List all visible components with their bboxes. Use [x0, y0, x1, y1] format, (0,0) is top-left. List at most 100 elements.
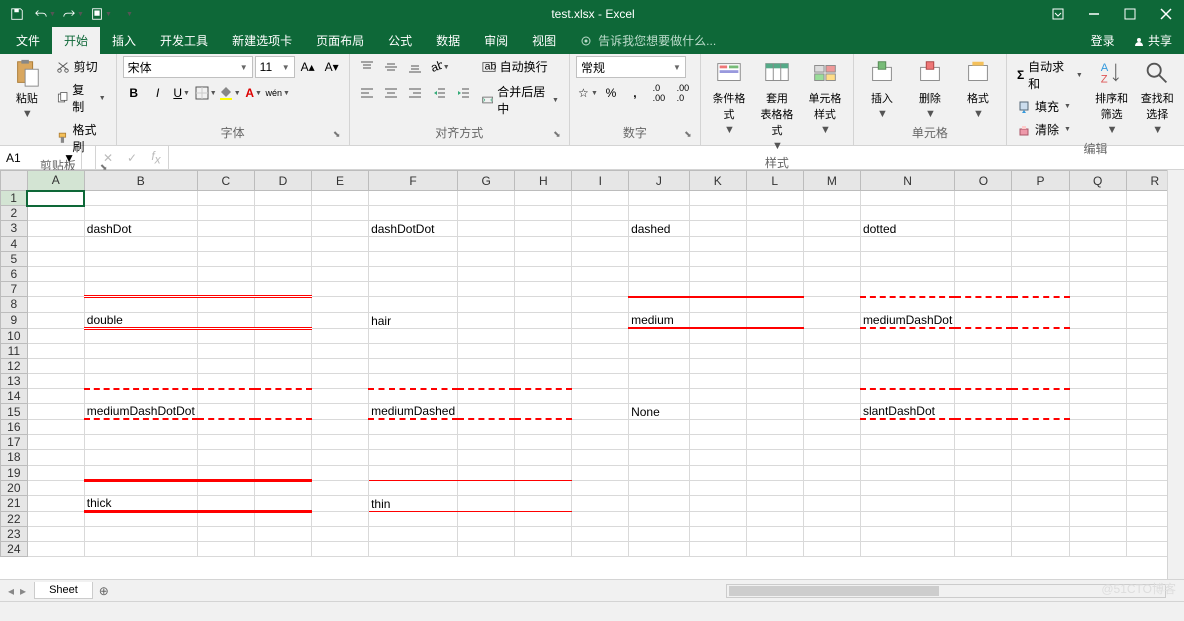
- cell-C12[interactable]: [197, 358, 254, 373]
- cell-B21[interactable]: thick: [84, 495, 197, 511]
- row-header-21[interactable]: 21: [1, 495, 28, 511]
- cell-P19[interactable]: [1012, 465, 1069, 480]
- cell-F11[interactable]: [369, 343, 458, 358]
- col-header-M[interactable]: M: [803, 171, 860, 191]
- cell-K7[interactable]: [689, 282, 746, 297]
- cell-P6[interactable]: [1012, 266, 1069, 281]
- select-all-corner[interactable]: [1, 171, 28, 191]
- redo-button[interactable]: ▼: [60, 2, 86, 26]
- cell-K13[interactable]: [689, 374, 746, 389]
- cell-F6[interactable]: [369, 266, 458, 281]
- row-header-3[interactable]: 3: [1, 221, 28, 236]
- row-header-5[interactable]: 5: [1, 251, 28, 266]
- cell-Q20[interactable]: [1069, 480, 1126, 495]
- cell-A24[interactable]: [27, 542, 84, 557]
- cell-H9[interactable]: [515, 312, 572, 328]
- cell-I21[interactable]: [572, 495, 629, 511]
- cell-F24[interactable]: [369, 542, 458, 557]
- cell-E13[interactable]: [312, 374, 369, 389]
- cell-O7[interactable]: [955, 282, 1012, 297]
- col-header-A[interactable]: A: [27, 171, 84, 191]
- cell-P11[interactable]: [1012, 343, 1069, 358]
- cell-B10[interactable]: [84, 328, 197, 343]
- cell-I17[interactable]: [572, 435, 629, 450]
- cell-I9[interactable]: [572, 312, 629, 328]
- cell-G4[interactable]: [458, 236, 515, 251]
- cell-Q18[interactable]: [1069, 450, 1126, 465]
- cell-N1[interactable]: [860, 191, 954, 206]
- cell-Q12[interactable]: [1069, 358, 1126, 373]
- cell-K15[interactable]: [689, 404, 746, 420]
- cell-H24[interactable]: [515, 542, 572, 557]
- row-header-18[interactable]: 18: [1, 450, 28, 465]
- cell-M9[interactable]: [803, 312, 860, 328]
- cell-L23[interactable]: [746, 527, 803, 542]
- cell-H1[interactable]: [515, 191, 572, 206]
- cell-D16[interactable]: [254, 419, 311, 434]
- cell-F1[interactable]: [369, 191, 458, 206]
- cell-H2[interactable]: [515, 206, 572, 221]
- row-header-16[interactable]: 16: [1, 419, 28, 434]
- cell-B8[interactable]: [84, 297, 197, 312]
- cell-K18[interactable]: [689, 450, 746, 465]
- cell-G15[interactable]: [458, 404, 515, 420]
- cell-H3[interactable]: [515, 221, 572, 236]
- cell-I20[interactable]: [572, 480, 629, 495]
- cell-K14[interactable]: [689, 389, 746, 404]
- cell-P12[interactable]: [1012, 358, 1069, 373]
- col-header-P[interactable]: P: [1012, 171, 1069, 191]
- row-header-8[interactable]: 8: [1, 297, 28, 312]
- col-header-K[interactable]: K: [689, 171, 746, 191]
- cell-I24[interactable]: [572, 542, 629, 557]
- cell-N12[interactable]: [860, 358, 954, 373]
- row-header-17[interactable]: 17: [1, 435, 28, 450]
- cell-O19[interactable]: [955, 465, 1012, 480]
- cell-H16[interactable]: [515, 419, 572, 434]
- cell-F17[interactable]: [369, 435, 458, 450]
- cell-C10[interactable]: [197, 328, 254, 343]
- cell-C20[interactable]: [197, 480, 254, 495]
- phonetic-button[interactable]: wén▼: [267, 82, 289, 104]
- cell-K5[interactable]: [689, 251, 746, 266]
- cell-C5[interactable]: [197, 251, 254, 266]
- cell-G11[interactable]: [458, 343, 515, 358]
- horizontal-scrollbar[interactable]: [726, 584, 1166, 598]
- cell-P18[interactable]: [1012, 450, 1069, 465]
- cell-M17[interactable]: [803, 435, 860, 450]
- tab-新建选项卡[interactable]: 新建选项卡: [220, 27, 304, 54]
- cell-C22[interactable]: [197, 511, 254, 526]
- cell-K10[interactable]: [689, 328, 746, 343]
- row-header-2[interactable]: 2: [1, 206, 28, 221]
- qat-customize[interactable]: ▼: [116, 2, 142, 26]
- cell-N4[interactable]: [860, 236, 954, 251]
- cell-A10[interactable]: [27, 328, 84, 343]
- cell-L8[interactable]: [746, 297, 803, 312]
- col-header-O[interactable]: O: [955, 171, 1012, 191]
- cell-K20[interactable]: [689, 480, 746, 495]
- cell-K11[interactable]: [689, 343, 746, 358]
- cell-L24[interactable]: [746, 542, 803, 557]
- cell-O12[interactable]: [955, 358, 1012, 373]
- row-header-4[interactable]: 4: [1, 236, 28, 251]
- cell-M15[interactable]: [803, 404, 860, 420]
- cell-G22[interactable]: [458, 511, 515, 526]
- cell-O8[interactable]: [955, 297, 1012, 312]
- cell-O9[interactable]: [955, 312, 1012, 328]
- cell-F4[interactable]: [369, 236, 458, 251]
- cell-H7[interactable]: [515, 282, 572, 297]
- find-select-button[interactable]: 查找和选择▼: [1136, 56, 1178, 138]
- cell-N10[interactable]: [860, 328, 954, 343]
- cell-A15[interactable]: [27, 404, 84, 420]
- borders-button[interactable]: ▼: [195, 82, 217, 104]
- cell-I4[interactable]: [572, 236, 629, 251]
- cell-O18[interactable]: [955, 450, 1012, 465]
- cell-J5[interactable]: [629, 251, 690, 266]
- cell-J2[interactable]: [629, 206, 690, 221]
- cell-E2[interactable]: [312, 206, 369, 221]
- decrease-font-icon[interactable]: A▾: [321, 56, 343, 78]
- cell-P4[interactable]: [1012, 236, 1069, 251]
- cell-M21[interactable]: [803, 495, 860, 511]
- cell-D23[interactable]: [254, 527, 311, 542]
- cell-F7[interactable]: [369, 282, 458, 297]
- cell-D7[interactable]: [254, 282, 311, 297]
